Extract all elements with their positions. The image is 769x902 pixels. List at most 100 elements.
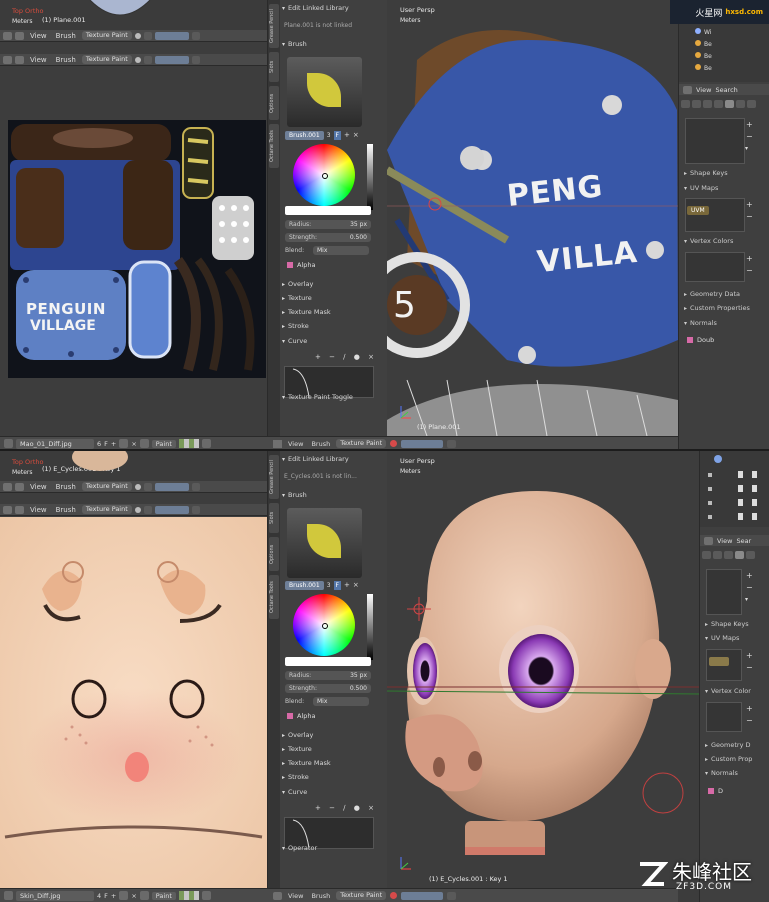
outliner-item[interactable]: Be bbox=[695, 64, 712, 72]
new-image-icon[interactable]: + bbox=[111, 440, 116, 448]
add-icon[interactable]: + bbox=[746, 254, 753, 264]
shading-icon[interactable] bbox=[143, 55, 152, 64]
operator-panel-header[interactable]: Operator bbox=[282, 843, 384, 854]
brush-menu[interactable]: Brush bbox=[53, 506, 79, 514]
vertex-colors-header[interactable]: Vertex Colors bbox=[684, 236, 766, 246]
editor-type-icon[interactable] bbox=[4, 439, 13, 448]
color-wheel[interactable] bbox=[293, 594, 355, 656]
brush-icon[interactable] bbox=[139, 439, 149, 448]
menu-icon[interactable]: ▾ bbox=[745, 595, 748, 605]
viewport-bottom[interactable]: User Persp Meters (1) E_Cycles.001 : Key… bbox=[387, 451, 699, 902]
color-swatch[interactable] bbox=[285, 206, 371, 215]
tab-octane-tools[interactable]: Octane Tools bbox=[269, 124, 279, 168]
vertex-colors-list[interactable] bbox=[685, 252, 745, 282]
shading-icon[interactable] bbox=[143, 482, 152, 491]
uv-maps-header[interactable]: UV Maps bbox=[684, 183, 766, 193]
normals-header[interactable]: Normals bbox=[684, 318, 766, 328]
brush-preview[interactable] bbox=[287, 57, 362, 127]
mesh-tab-icon[interactable] bbox=[735, 551, 744, 559]
color-swatch[interactable] bbox=[285, 657, 371, 666]
mesh-tab-icon[interactable] bbox=[725, 100, 734, 108]
add-icon[interactable]: + bbox=[746, 704, 753, 714]
tab-options[interactable]: Options bbox=[269, 86, 279, 120]
view-menu[interactable]: View bbox=[717, 537, 732, 545]
tab-octane-tools[interactable]: Octane Tools bbox=[269, 575, 279, 619]
material-tab-icon[interactable] bbox=[736, 100, 745, 108]
overlay-panel-header[interactable]: Overlay bbox=[282, 279, 384, 290]
pivot-icon[interactable] bbox=[134, 56, 141, 63]
render-tab-icon[interactable] bbox=[702, 551, 711, 559]
color-cursor[interactable] bbox=[322, 173, 328, 179]
tab-grease-pencil[interactable]: Grease Pencil bbox=[269, 4, 279, 48]
brush-icon[interactable] bbox=[139, 891, 149, 900]
alpha-checkbox[interactable]: Alpha bbox=[287, 261, 315, 270]
remove-icon[interactable]: − bbox=[746, 716, 753, 726]
tab-options[interactable]: Options bbox=[269, 537, 279, 571]
edit-linked-library-header[interactable]: Edit Linked Library bbox=[282, 3, 384, 14]
brush-fake-user[interactable]: F bbox=[333, 580, 341, 590]
radius-field[interactable]: Radius: 35 px bbox=[285, 671, 371, 680]
brush-menu[interactable]: Brush bbox=[309, 440, 332, 448]
open-image-icon[interactable] bbox=[119, 439, 129, 448]
radius-field[interactable]: Radius: 35 px bbox=[285, 220, 371, 229]
custom-properties-header[interactable]: Custom Properties bbox=[684, 303, 766, 313]
pivot-icon[interactable] bbox=[134, 506, 141, 513]
mode-dropdown[interactable]: Texture Paint bbox=[81, 31, 132, 40]
editor-type-icon[interactable] bbox=[683, 85, 692, 94]
open-image-icon[interactable] bbox=[119, 891, 129, 900]
shading-icon[interactable] bbox=[143, 505, 152, 514]
texture-panel-header[interactable]: Texture bbox=[282, 744, 384, 755]
fake-user-toggle[interactable]: F bbox=[104, 440, 108, 448]
view-menu[interactable]: View bbox=[27, 32, 50, 40]
texture-canvas[interactable] bbox=[0, 517, 267, 889]
render-tab-icon[interactable] bbox=[681, 100, 690, 108]
uv-maps-list[interactable] bbox=[685, 198, 745, 232]
image-name-field[interactable]: Mao_01_Diff.jpg bbox=[16, 438, 94, 449]
paint-mode-dropdown[interactable]: Paint bbox=[151, 891, 176, 900]
add-icon[interactable]: + bbox=[746, 571, 753, 581]
editor-type-icon[interactable] bbox=[4, 891, 13, 900]
brush-panel-header[interactable]: Brush bbox=[282, 490, 384, 501]
texture-paint-toggle-header[interactable]: Texture Paint Toggle bbox=[282, 392, 384, 403]
world-tab-icon[interactable] bbox=[703, 100, 712, 108]
double-sided-checkbox[interactable]: Doub bbox=[687, 336, 714, 344]
editor-type-icon[interactable] bbox=[704, 536, 713, 545]
tab-grease-pencil[interactable]: Grease Pencil bbox=[269, 455, 279, 499]
uv-map-item[interactable]: UVM bbox=[687, 206, 709, 215]
scene-tab-icon[interactable] bbox=[692, 100, 701, 108]
brush-menu[interactable]: Brush bbox=[53, 483, 79, 491]
view-menu[interactable]: View bbox=[286, 892, 305, 900]
search-menu[interactable]: Sear bbox=[736, 537, 751, 545]
brush-fake-user[interactable]: F bbox=[333, 130, 341, 140]
stroke-panel-header[interactable]: Stroke bbox=[282, 772, 384, 783]
brush-menu[interactable]: Brush bbox=[53, 56, 79, 64]
remove-icon[interactable]: − bbox=[746, 212, 753, 222]
layer-buttons[interactable] bbox=[154, 505, 189, 514]
pivot-icon[interactable] bbox=[134, 483, 141, 490]
vertex-groups-list[interactable] bbox=[685, 118, 745, 164]
texture-panel-header[interactable]: Texture bbox=[282, 293, 384, 304]
pivot-icon[interactable] bbox=[134, 32, 141, 39]
layer-buttons[interactable] bbox=[154, 482, 189, 491]
editor-type-icon[interactable] bbox=[3, 505, 12, 514]
vertex-groups-list[interactable] bbox=[706, 569, 742, 615]
shading-icon[interactable] bbox=[390, 440, 398, 447]
lock-icon[interactable] bbox=[201, 891, 211, 900]
material-tab-icon[interactable] bbox=[746, 551, 755, 559]
uv-map-item[interactable] bbox=[709, 657, 729, 666]
view-menu[interactable]: View bbox=[286, 440, 305, 448]
lock-icon[interactable] bbox=[447, 439, 457, 448]
editor-type-icon[interactable] bbox=[273, 891, 282, 900]
menu-icon[interactable]: ▾ bbox=[745, 144, 748, 154]
editor-type-icon[interactable] bbox=[273, 439, 282, 448]
editor-type-icon[interactable] bbox=[3, 482, 12, 491]
expand-icon[interactable] bbox=[15, 55, 24, 64]
layer-buttons[interactable] bbox=[401, 891, 444, 900]
brush-panel-header[interactable]: Brush bbox=[282, 39, 384, 50]
mode-dropdown[interactable]: Texture Paint bbox=[336, 891, 387, 900]
mode-dropdown[interactable]: Texture Paint bbox=[81, 505, 132, 514]
layer-buttons[interactable] bbox=[154, 55, 189, 64]
brush-menu[interactable]: Brush bbox=[53, 32, 79, 40]
strength-field[interactable]: Strength: 0.500 bbox=[285, 684, 371, 693]
alpha-checkbox[interactable]: Alpha bbox=[287, 712, 315, 721]
